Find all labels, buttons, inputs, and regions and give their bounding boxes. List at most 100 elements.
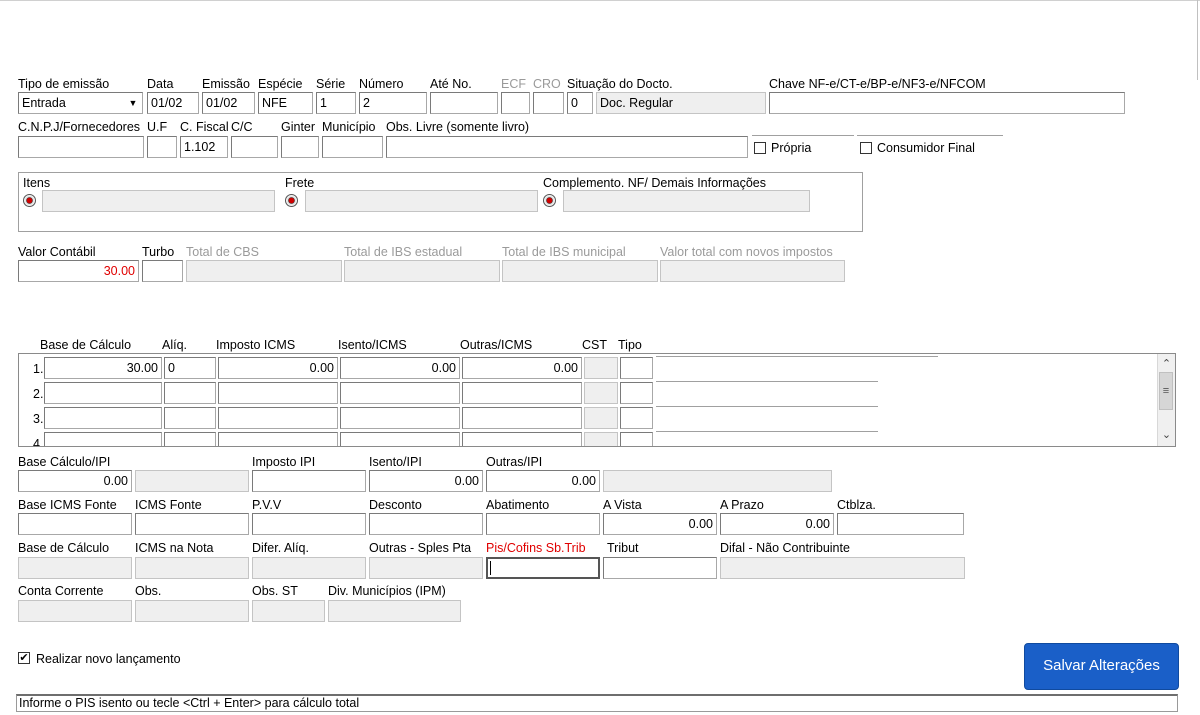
chevron-down-icon[interactable]: ▼ [126, 95, 140, 111]
a-prazo-label: A Prazo [720, 498, 764, 512]
total-cbs-field [186, 260, 342, 282]
pis-cofins-field[interactable] [486, 557, 600, 579]
ecf-field[interactable] [501, 92, 530, 114]
municipio-field[interactable] [322, 136, 383, 158]
emissao-field[interactable]: 01/02 [202, 92, 255, 114]
row1-outras-field[interactable]: 0.00 [462, 357, 582, 379]
salvar-alteracoes-button[interactable]: Salvar Alterações [1024, 643, 1179, 690]
especie-field[interactable]: NFE [258, 92, 313, 114]
propria-checkbox[interactable] [754, 142, 766, 154]
row3-aliq-field[interactable] [164, 407, 216, 429]
table-row: 4. [19, 431, 1157, 446]
valor-contabil-field[interactable]: 30.00 [18, 260, 139, 282]
scroll-down-icon[interactable]: ⌄ [1158, 430, 1175, 446]
frete-field [305, 190, 538, 212]
table-row: 3. [19, 406, 1157, 431]
cnpj-field[interactable] [18, 136, 144, 158]
row2-imposto-field[interactable] [218, 382, 338, 404]
row2-base-field[interactable] [44, 382, 162, 404]
row3-outras-field[interactable] [462, 407, 582, 429]
frete-radio-icon[interactable] [285, 194, 298, 207]
row3-base-field[interactable] [44, 407, 162, 429]
desconto-field[interactable] [369, 513, 483, 535]
imposto-ipi-label: Imposto IPI [252, 455, 316, 469]
obs-st-field [252, 600, 325, 622]
icms-nota-label: ICMS na Nota [135, 541, 214, 555]
a-vista-field[interactable]: 0.00 [603, 513, 717, 535]
desconto-label: Desconto [369, 498, 422, 512]
row2-isento-field[interactable] [340, 382, 460, 404]
row4-imposto-field[interactable] [218, 432, 338, 446]
row4-base-field[interactable] [44, 432, 162, 446]
complemento-field [563, 190, 810, 212]
row2-tipo-field[interactable] [620, 382, 653, 404]
base-ipi-aux-field [135, 470, 249, 492]
outras-ipi-field[interactable]: 0.00 [486, 470, 600, 492]
row4-outras-field[interactable] [462, 432, 582, 446]
row3-tipo-field[interactable] [620, 407, 653, 429]
row1-imposto-field[interactable]: 0.00 [218, 357, 338, 379]
row1-isento-field[interactable]: 0.00 [340, 357, 460, 379]
consumidor-final-checkbox[interactable] [860, 142, 872, 154]
complemento-radio-icon[interactable] [543, 194, 556, 207]
novo-lancamento-checkbox[interactable]: ✔ [18, 652, 30, 664]
imposto-ipi-field[interactable] [252, 470, 366, 492]
row3-isento-field[interactable] [340, 407, 460, 429]
row1-tipo-field[interactable] [620, 357, 653, 379]
abatimento-field[interactable] [486, 513, 600, 535]
uf-label: U.F [147, 120, 168, 134]
icms-fonte-label: ICMS Fonte [135, 498, 202, 512]
uf-field[interactable] [147, 136, 177, 158]
tribut-label: Tribut [607, 541, 639, 555]
ctblza-field[interactable] [837, 513, 964, 535]
row1-aliq-field[interactable]: 0 [164, 357, 216, 379]
outras-spl-label: Outras - Sples Pta [369, 541, 472, 555]
grid-header-tipo: Tipo [618, 338, 642, 352]
row4-aliq-field[interactable] [164, 432, 216, 446]
status-bar: Informe o PIS isento ou tecle <Ctrl + En… [16, 694, 1178, 712]
itens-label: Itens [23, 176, 51, 190]
row4-tipo-field[interactable] [620, 432, 653, 446]
tipo-emissao-select[interactable]: Entrada ▼ [18, 92, 143, 114]
row3-imposto-field[interactable] [218, 407, 338, 429]
row4-cst-field [584, 432, 618, 446]
tribut-field[interactable] [603, 557, 717, 579]
pvv-label: P.V.V [252, 498, 282, 512]
row2-aliq-field[interactable] [164, 382, 216, 404]
cro-label: CRO [533, 77, 561, 91]
cc-field[interactable] [231, 136, 278, 158]
row1-base-field[interactable]: 30.00 [44, 357, 162, 379]
obs-st-label: Obs. ST [252, 584, 298, 598]
row2-outras-field[interactable] [462, 382, 582, 404]
base-icms-fonte-field[interactable] [18, 513, 132, 535]
scroll-thumb[interactable]: ≡ [1159, 372, 1173, 410]
cfiscal-field[interactable]: 1.102 [180, 136, 228, 158]
icms-fonte-field[interactable] [135, 513, 249, 535]
cro-field[interactable] [533, 92, 564, 114]
itens-field [42, 190, 275, 212]
turbo-field[interactable] [142, 260, 183, 282]
ginter-field[interactable] [281, 136, 319, 158]
grid-scrollbar[interactable]: ⌃ ≡ ⌄ [1157, 354, 1175, 446]
pvv-field[interactable] [252, 513, 366, 535]
obs-livre-field[interactable] [386, 136, 748, 158]
conta-corrente-label: Conta Corrente [18, 584, 104, 598]
base-ipi-field[interactable]: 0.00 [18, 470, 132, 492]
consumidor-final-label: Consumidor Final [877, 141, 975, 155]
situacao-code-field[interactable]: 0 [567, 92, 593, 114]
frete-label: Frete [285, 176, 315, 190]
serie-field[interactable]: 1 [316, 92, 356, 114]
data-field[interactable]: 01/02 [147, 92, 199, 114]
isento-ipi-field[interactable]: 0.00 [369, 470, 483, 492]
itens-radio-icon[interactable] [23, 194, 36, 207]
total-cbs-label: Total de CBS [186, 245, 259, 259]
ate-no-label: Até No. [430, 77, 472, 91]
grid-header-imposto: Imposto ICMS [216, 338, 296, 352]
scroll-up-icon[interactable]: ⌃ [1158, 354, 1175, 370]
a-prazo-field[interactable]: 0.00 [720, 513, 834, 535]
ate-no-field[interactable] [430, 92, 498, 114]
numero-field[interactable]: 2 [359, 92, 427, 114]
numero-label: Número [359, 77, 404, 91]
chave-field[interactable] [769, 92, 1125, 114]
row4-isento-field[interactable] [340, 432, 460, 446]
